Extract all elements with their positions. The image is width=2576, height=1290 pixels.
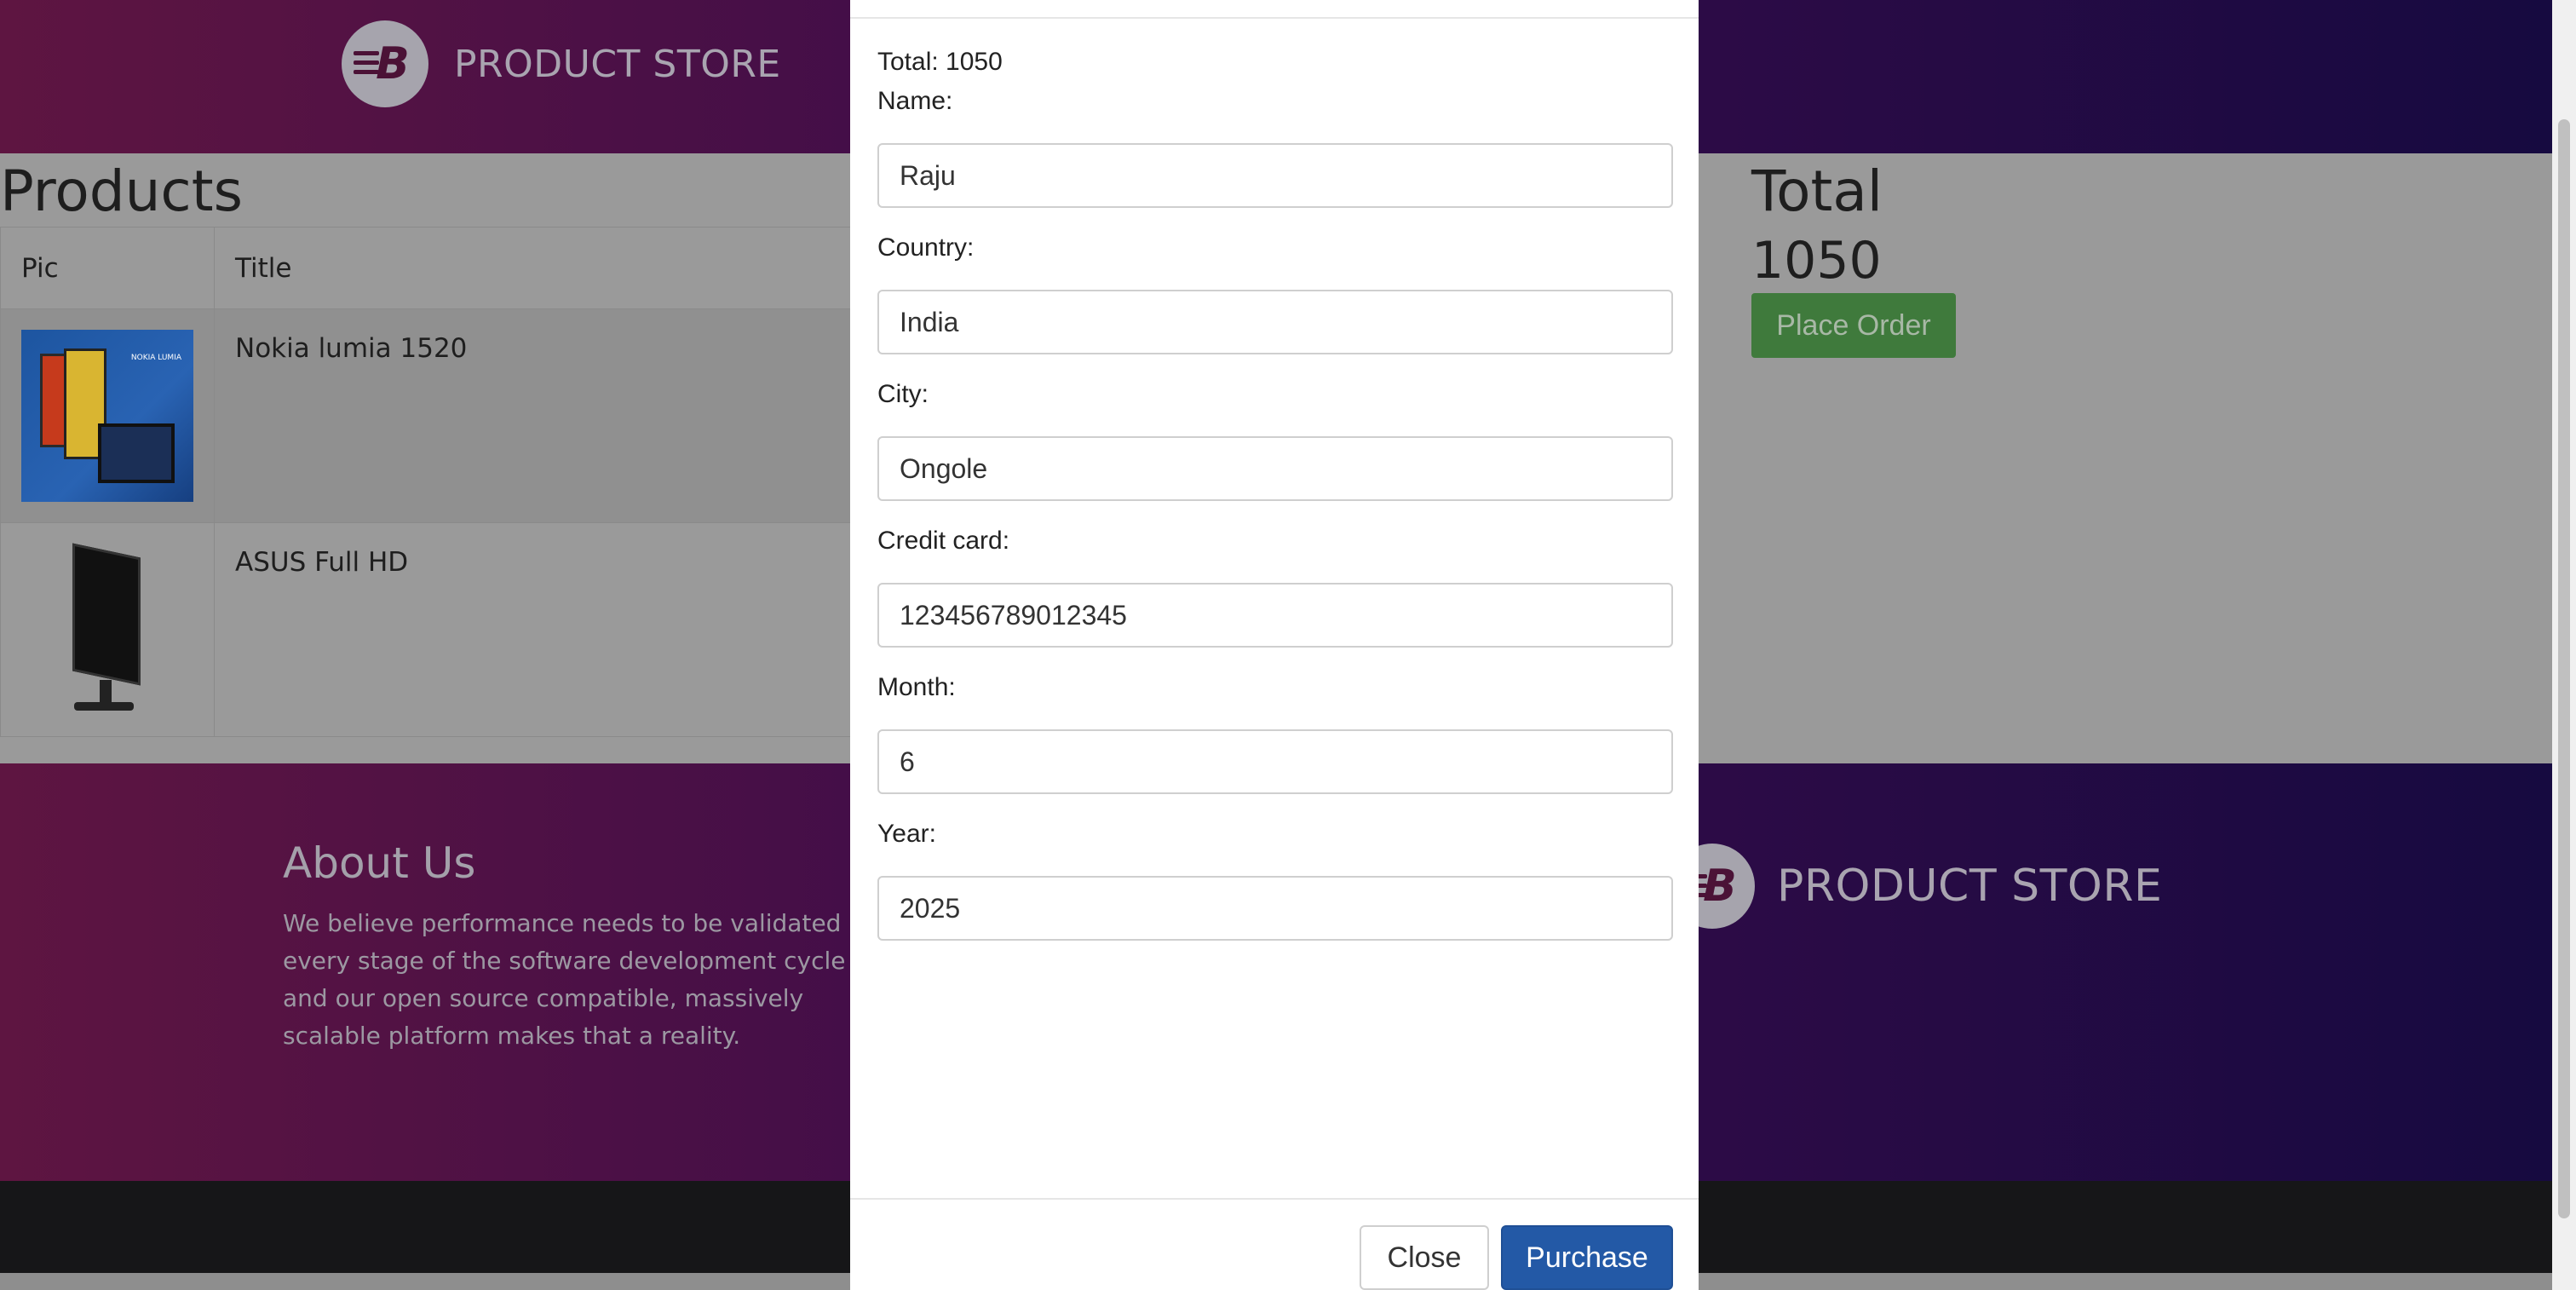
- place-order-modal: Total: 1050 Name: Country: City: Credit …: [850, 0, 1699, 1290]
- modal-header-divider: [850, 17, 1699, 19]
- products-table: Pic Title NOKIA LUMIA Nokia lumia 1520 A…: [0, 227, 852, 737]
- total-heading: Total: [1751, 158, 1883, 224]
- column-header-pic: Pic: [0, 227, 215, 309]
- month-label: Month:: [877, 673, 956, 701]
- country-field[interactable]: [877, 290, 1673, 354]
- scrollbar-thumb[interactable]: [2558, 119, 2570, 1218]
- column-header-title: Title: [214, 227, 852, 309]
- table-row: ASUS Full HD: [0, 522, 852, 737]
- product-title-cell: Nokia lumia 1520: [214, 308, 852, 523]
- product-pic-cell: [0, 522, 215, 737]
- country-label: Country:: [877, 233, 975, 262]
- total-panel: Total 1050 Place Order: [1751, 153, 1956, 358]
- place-order-button[interactable]: Place Order: [1751, 293, 1956, 358]
- product-title-cell: ASUS Full HD: [214, 522, 852, 737]
- total-amount: 1050: [1751, 231, 1882, 291]
- footer-brand-name: PRODUCT STORE: [1777, 861, 2163, 912]
- footer-brand: B PRODUCT STORE: [1670, 844, 2162, 929]
- page-scrollbar[interactable]: [2552, 0, 2576, 1290]
- credit-card-field[interactable]: [877, 583, 1673, 648]
- brand-name: PRODUCT STORE: [454, 42, 781, 86]
- name-field[interactable]: [877, 143, 1673, 208]
- year-label: Year:: [877, 820, 936, 848]
- purchase-button[interactable]: Purchase: [1501, 1225, 1673, 1290]
- city-label: City:: [877, 380, 929, 408]
- order-form: Total: 1050 Name: Country: City: Credit …: [877, 43, 1673, 961]
- products-heading: Products: [0, 158, 243, 224]
- navbar-brand[interactable]: B PRODUCT STORE: [342, 20, 781, 107]
- product-pic-cell: NOKIA LUMIA: [0, 308, 215, 523]
- about-us-heading: About Us: [283, 838, 476, 888]
- table-row: NOKIA LUMIA Nokia lumia 1520: [0, 308, 852, 523]
- brand-logo-icon: B: [342, 20, 428, 107]
- credit-card-label: Credit card:: [877, 527, 1010, 555]
- month-field[interactable]: [877, 729, 1673, 794]
- city-field[interactable]: [877, 436, 1673, 501]
- about-us-text: We believe performance needs to be valid…: [283, 909, 873, 1050]
- asus-monitor-image: [21, 543, 193, 716]
- close-button[interactable]: Close: [1360, 1225, 1489, 1290]
- modal-total: Total: 1050: [877, 48, 1003, 76]
- modal-footer-divider: [850, 1198, 1699, 1200]
- year-field[interactable]: [877, 876, 1673, 941]
- nokia-lumia-image: NOKIA LUMIA: [21, 330, 193, 502]
- name-label: Name:: [877, 87, 953, 115]
- table-header-row: Pic Title: [0, 227, 852, 309]
